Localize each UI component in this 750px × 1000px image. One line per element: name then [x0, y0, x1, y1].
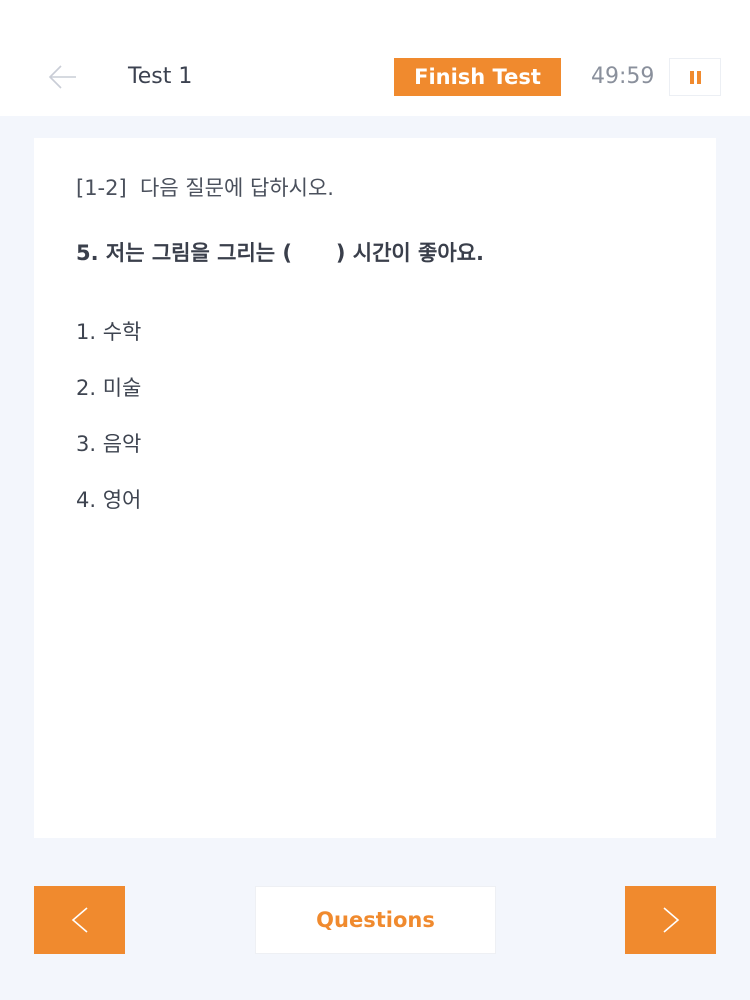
back-button[interactable] [46, 60, 80, 94]
question-instruction: [1-2] 다음 질문에 답하시오. [76, 176, 334, 200]
previous-question-button[interactable] [34, 886, 125, 954]
questions-list-button[interactable]: Questions [255, 886, 496, 954]
chevron-right-icon [663, 907, 680, 933]
answer-option-1[interactable]: 1. 수학 [76, 317, 141, 347]
question-card: [1-2] 다음 질문에 답하시오. 5. 저는 그림을 그리는 ( ) 시간이… [34, 138, 716, 838]
top-bar: Test 1 Finish Test 49:59 [0, 0, 750, 116]
next-question-button[interactable] [625, 886, 716, 954]
pause-button[interactable] [669, 58, 721, 96]
answer-option-4[interactable]: 4. 영어 [76, 485, 141, 515]
chevron-left-icon [71, 907, 88, 933]
test-title: Test 1 [128, 64, 193, 89]
finish-test-button[interactable]: Finish Test [394, 58, 561, 96]
answer-option-2[interactable]: 2. 미술 [76, 373, 141, 403]
answer-option-3[interactable]: 3. 음악 [76, 429, 141, 459]
question-text: 5. 저는 그림을 그리는 ( ) 시간이 좋아요. [76, 241, 484, 265]
countdown-timer: 49:59 [591, 64, 655, 89]
arrow-left-icon [48, 65, 76, 89]
